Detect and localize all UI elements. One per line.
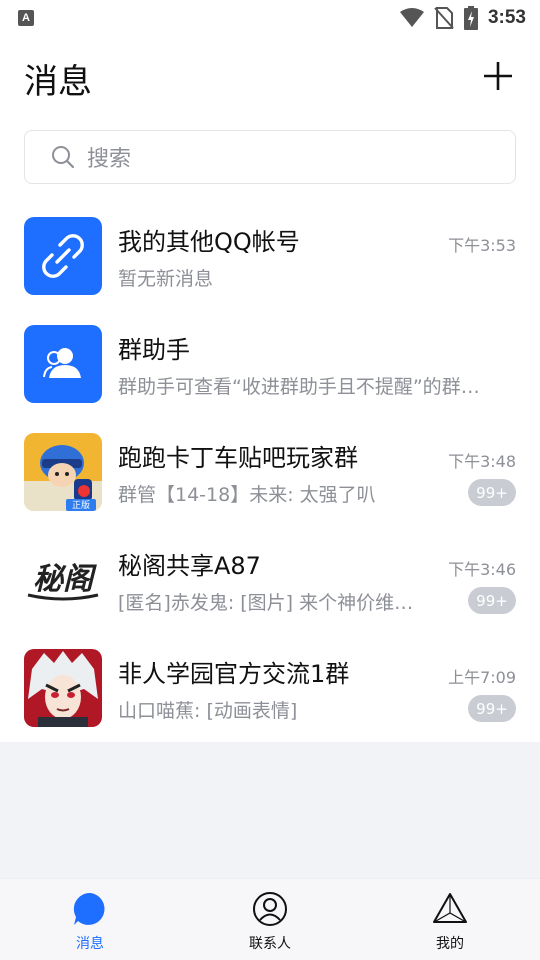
conversation-time: 下午3:46 <box>448 560 516 579</box>
conversation-item[interactable]: 正版 跑跑卡丁车贴吧玩家群 群管【14-18】未来: 太强了叭 下午3:48 9… <box>0 418 540 526</box>
accessibility-indicator-icon: A <box>18 10 34 26</box>
add-button[interactable] <box>480 58 516 94</box>
unread-badge: 99+ <box>468 479 516 506</box>
search-placeholder: 搜索 <box>87 147 132 172</box>
conversation-item[interactable]: 群助手 群助手可查看“收进群助手且不提醒”的群… <box>0 310 540 418</box>
conversation-preview: [匿名]赤发鬼: [图片] 来个神价维… <box>118 592 414 614</box>
group-icon <box>43 348 81 378</box>
unread-badge: 99+ <box>468 587 516 614</box>
conversation-item[interactable]: 秘阁 秘阁共享A87 [匿名]赤发鬼: [图片] 来个神价维… 下午3:46 9… <box>0 526 540 634</box>
conversation-name: 秘阁共享A87 <box>118 552 261 580</box>
profile-triangle-icon <box>433 893 467 923</box>
tab-contacts[interactable]: 联系人 <box>210 879 330 960</box>
avatar-text: 秘阁 <box>33 562 97 597</box>
search-input[interactable]: 搜索 <box>24 130 516 184</box>
conversation-time: 下午3:48 <box>448 452 516 471</box>
conversation-name: 群助手 <box>118 336 190 364</box>
bottom-nav: 消息 联系人 我的 <box>0 878 540 960</box>
link-avatar <box>24 217 102 295</box>
conversation-preview: 暂无新消息 <box>118 268 214 290</box>
kart-game-image: 正版 <box>24 433 102 511</box>
conversation-list: 我的其他QQ帐号 暂无新消息 下午3:53 群助手 群助手可查看“收进群助手且不… <box>0 202 540 742</box>
feirenxueyuan-group-avatar <box>24 649 102 727</box>
status-time: 3:53 <box>487 7 526 28</box>
conversation-time: 上午7:09 <box>448 668 516 687</box>
no-sim-icon <box>434 7 454 29</box>
kart-group-avatar: 正版 <box>24 433 102 511</box>
conversation-item[interactable]: 我的其他QQ帐号 暂无新消息 下午3:53 <box>0 202 540 310</box>
tab-me[interactable]: 我的 <box>390 879 510 960</box>
tab-messages[interactable]: 消息 <box>30 879 150 960</box>
page-title: 消息 <box>24 62 92 102</box>
conversation-preview: 山口喵蕉: [动画表情] <box>118 700 298 722</box>
conversation-item[interactable]: 非人学园官方交流1群 山口喵蕉: [动画表情] 上午7:09 99+ <box>0 634 540 742</box>
mige-group-avatar: 秘阁 <box>24 541 102 619</box>
anime-character-image <box>24 649 102 727</box>
search-icon <box>52 146 75 169</box>
group-assistant-avatar <box>24 325 102 403</box>
conversation-time: 下午3:53 <box>448 236 516 255</box>
conversation-preview: 群助手可查看“收进群助手且不提醒”的群… <box>118 376 480 398</box>
conversation-name: 跑跑卡丁车贴吧玩家群 <box>118 444 358 472</box>
tab-me-label: 我的 <box>436 936 464 952</box>
conversation-name: 我的其他QQ帐号 <box>118 228 300 256</box>
conversation-name: 非人学园官方交流1群 <box>118 660 350 688</box>
contacts-icon <box>253 892 287 926</box>
unread-badge: 99+ <box>468 695 516 722</box>
tab-contacts-label: 联系人 <box>249 936 291 952</box>
mige-logo: 秘阁 <box>27 562 99 601</box>
header: 消息 <box>0 36 540 116</box>
conversation-preview: 群管【14-18】未来: 太强了叭 <box>118 484 376 506</box>
tab-messages-label: 消息 <box>76 936 104 952</box>
search-area: 搜索 <box>0 116 540 202</box>
message-bubble-icon <box>73 892 105 925</box>
battery-icon <box>463 6 478 30</box>
status-bar: A 3:53 <box>0 0 540 36</box>
avatar-text: 正版 <box>72 499 90 511</box>
wifi-icon <box>399 8 424 27</box>
link-icon <box>42 234 84 278</box>
